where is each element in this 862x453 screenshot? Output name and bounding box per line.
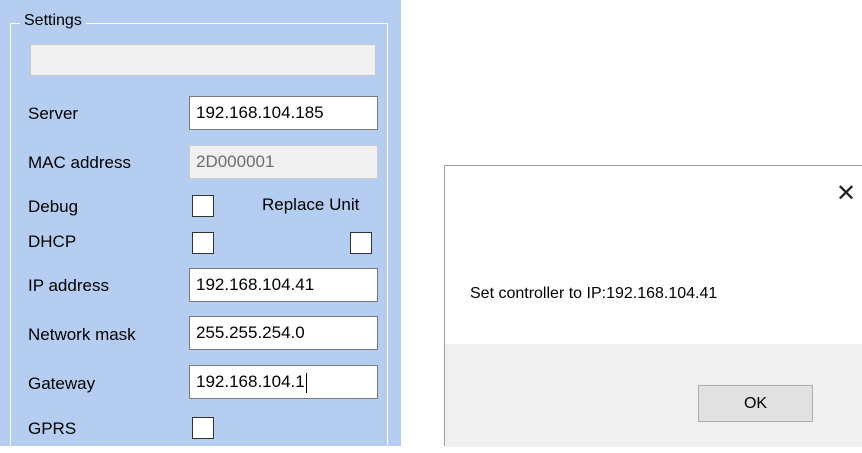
gprs-checkbox[interactable] [192,417,214,439]
status-field [30,44,376,76]
dialog-message: Set controller to IP:192.168.104.41 [470,285,718,302]
dhcp-label: DHCP [28,232,77,251]
gateway-input[interactable]: 192.168.104.1 [189,365,378,399]
message-box-dialog: ✕ Set controller to IP:192.168.104.41 OK [444,165,862,447]
mac-address-label: MAC address [28,153,131,172]
debug-label: Debug [28,197,79,216]
gateway-label: Gateway [28,374,96,393]
mac-address-input: 2D000001 [189,145,378,179]
ip-address-label: IP address [28,276,109,295]
gprs-label: GPRS [28,419,77,438]
debug-checkbox[interactable] [192,195,214,217]
ip-address-input[interactable]: 192.168.104.41 [189,268,378,302]
replace-unit-label: Replace Unit [262,195,360,214]
ok-button[interactable]: OK [698,385,813,422]
close-icon[interactable]: ✕ [836,182,856,206]
server-label: Server [28,104,79,123]
text-caret [305,372,307,393]
gateway-value: 192.168.104.1 [196,372,305,391]
settings-panel: Settings Server 192.168.104.185 MAC addr… [0,0,401,453]
network-mask-input[interactable]: 255.255.254.0 [189,316,378,350]
network-mask-label: Network mask [28,325,136,344]
replace-unit-checkbox[interactable] [350,232,372,254]
server-input[interactable]: 192.168.104.185 [189,96,378,130]
dialog-footer: OK [445,344,862,447]
dhcp-checkbox[interactable] [192,232,214,254]
settings-group-title: Settings [20,12,86,30]
